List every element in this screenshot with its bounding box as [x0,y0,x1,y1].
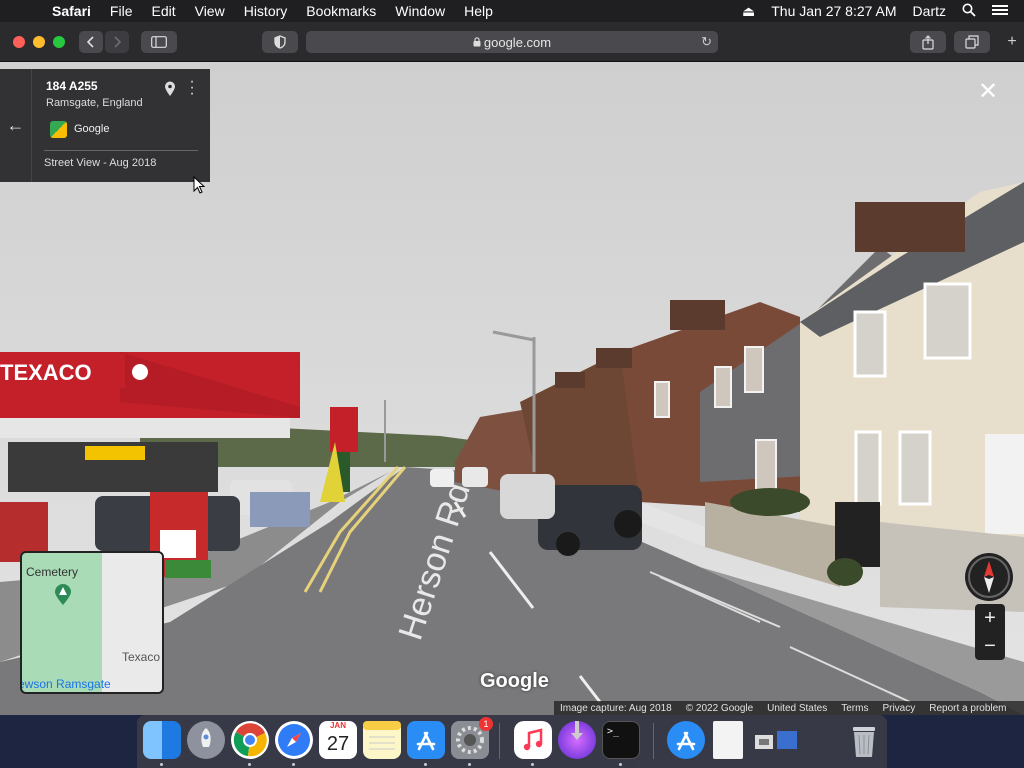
address-bar[interactable]: google.com ↻ [306,31,718,53]
address-text: google.com [483,34,552,50]
desktop: Safari File Edit View History Bookmarks … [0,0,1024,768]
dock-separator [499,723,500,759]
zoom-in-button[interactable]: + [975,604,1005,632]
capture-date-label[interactable]: Street View - Aug 2018 [44,157,156,169]
lock-icon [473,35,481,50]
running-indicator [160,763,163,766]
running-indicator [248,763,251,766]
region-link[interactable]: United States [767,703,827,714]
back-arrow-icon[interactable]: ← [0,69,32,182]
forward-button[interactable] [105,31,129,53]
report-problem-link[interactable]: Report a problem [929,703,1006,714]
share-button[interactable] [910,31,946,53]
google-watermark: Google [480,670,549,692]
finder-icon[interactable] [143,721,181,759]
image-capture-date: Image capture: Aug 2018 [560,702,672,714]
street-view-panorama[interactable]: Herson Rd TEXACO ← 184 A255 Ramsgate, En… [0,62,1024,715]
privacy-shield-button[interactable] [262,31,298,53]
minimap-label-cemetery: Cemetery [26,565,79,579]
screenshots-icon[interactable] [753,721,799,759]
system-preferences-icon[interactable]: 1 [451,717,493,759]
privacy-link[interactable]: Privacy [882,703,915,714]
app-store-folder-icon[interactable] [667,721,705,759]
location-info-card: ← 184 A255 Ramsgate, England · · · Google … [0,69,210,182]
divider [44,150,198,151]
close-icon[interactable]: ✕ [978,80,998,104]
close-window-button[interactable] [13,36,25,48]
running-indicator [531,763,534,766]
dock: JAN 27 1 >_ [137,715,887,768]
new-tab-button[interactable]: + [1000,31,1024,53]
menu-help[interactable]: Help [464,3,493,19]
menu-window[interactable]: Window [395,3,445,19]
minimap[interactable]: Cemetery Texaco ewson Ramsgate [20,551,164,694]
zoom-window-button[interactable] [53,36,65,48]
control-center-icon[interactable] [992,3,1008,19]
running-indicator [468,763,471,766]
running-indicator [424,763,427,766]
back-button[interactable] [79,31,103,53]
minimap-label-texaco: Texaco [121,650,160,664]
music-icon[interactable] [514,721,552,759]
downloads-icon[interactable] [558,721,596,759]
more-options-icon[interactable]: · · · [188,74,196,102]
menubar-user[interactable]: Dartz [913,3,946,19]
menu-bar: Safari File Edit View History Bookmarks … [0,0,1024,22]
running-indicator [619,763,622,766]
zoom-control: + − [975,604,1005,660]
map-footer: Image capture: Aug 2018 © 2022 Google Un… [554,701,1024,715]
dock-separator [653,723,654,759]
launchpad-icon[interactable] [187,721,225,759]
menu-edit[interactable]: Edit [151,3,175,19]
sidebar-toggle-button[interactable] [141,31,177,53]
minimap-road-area [102,553,162,692]
menubar-clock[interactable]: Thu Jan 27 8:27 AM [771,3,896,19]
provider-name[interactable]: Google [74,123,109,135]
location-title: 184 A255 [46,79,98,93]
spotlight-search-icon[interactable] [962,3,976,20]
minimize-window-button[interactable] [33,36,45,48]
cemetery-pin-icon [55,584,71,605]
notification-badge: 1 [479,717,493,731]
menu-safari[interactable]: Safari [52,3,91,19]
compass-icon[interactable] [965,553,1013,601]
app-store-icon[interactable] [407,721,445,759]
location-subtitle: Ramsgate, England [46,97,143,109]
mouse-cursor-icon [193,176,205,194]
menu-bookmarks[interactable]: Bookmarks [306,3,376,19]
tab-overview-button[interactable] [954,31,990,53]
copyright-text: © 2022 Google [685,702,754,714]
safari-icon[interactable] [275,721,313,759]
terminal-icon[interactable]: >_ [602,721,640,759]
menu-file[interactable]: File [110,3,133,19]
minimap-label-ramsgate: ewson Ramsgate [20,677,111,691]
calendar-icon[interactable]: JAN 27 [319,721,357,759]
document-icon[interactable] [713,721,743,759]
calendar-day: 27 [326,733,350,755]
notes-icon[interactable] [363,721,401,759]
google-maps-logo-icon [50,121,67,138]
menu-view[interactable]: View [195,3,225,19]
chrome-icon[interactable] [231,721,269,759]
safari-toolbar: google.com ↻ + [0,22,1024,62]
texaco-canopy-sign: TEXACO [0,360,92,385]
reload-icon[interactable]: ↻ [701,34,712,50]
trash-icon[interactable] [845,721,883,759]
menu-history[interactable]: History [244,3,288,19]
calendar-month: JAN [329,721,346,730]
running-indicator [292,763,295,766]
map-pin-icon[interactable] [164,81,176,100]
eject-icon[interactable]: ⏏ [742,3,755,20]
terms-link[interactable]: Terms [841,703,868,714]
zoom-out-button[interactable]: − [975,632,1005,660]
